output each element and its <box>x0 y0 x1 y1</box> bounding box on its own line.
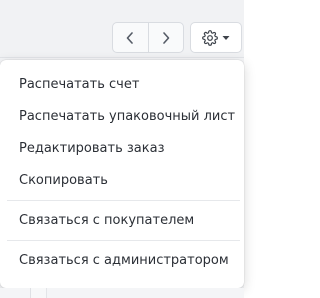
chevron-left-icon <box>126 31 134 44</box>
background-panel <box>31 288 46 298</box>
menu-item-contact-customer[interactable]: Связаться с покупателем <box>19 207 194 235</box>
menu-item-edit-order[interactable]: Редактировать заказ <box>19 135 164 163</box>
menu-item-duplicate[interactable]: Скопировать <box>19 167 108 195</box>
background-panel <box>47 288 244 298</box>
menu-divider <box>7 240 240 241</box>
actions-menu: Распечатать счет Распечатать упаковочный… <box>0 60 244 288</box>
menu-item-print-invoice[interactable]: Распечатать счет <box>19 71 139 99</box>
next-button[interactable] <box>147 23 184 52</box>
pager-buttons <box>112 22 184 53</box>
settings-dropdown-button[interactable] <box>190 22 242 53</box>
previous-button[interactable] <box>113 23 148 52</box>
toolbar-divider <box>0 57 244 58</box>
gear-icon <box>202 29 218 46</box>
menu-item-contact-admin[interactable]: Связаться с администратором <box>19 247 229 275</box>
chevron-right-icon <box>162 31 170 44</box>
background-panel <box>0 288 30 298</box>
caret-down-icon <box>222 35 230 40</box>
menu-item-print-packing-slip[interactable]: Распечатать упаковочный лист <box>19 103 235 131</box>
menu-divider <box>7 200 240 201</box>
